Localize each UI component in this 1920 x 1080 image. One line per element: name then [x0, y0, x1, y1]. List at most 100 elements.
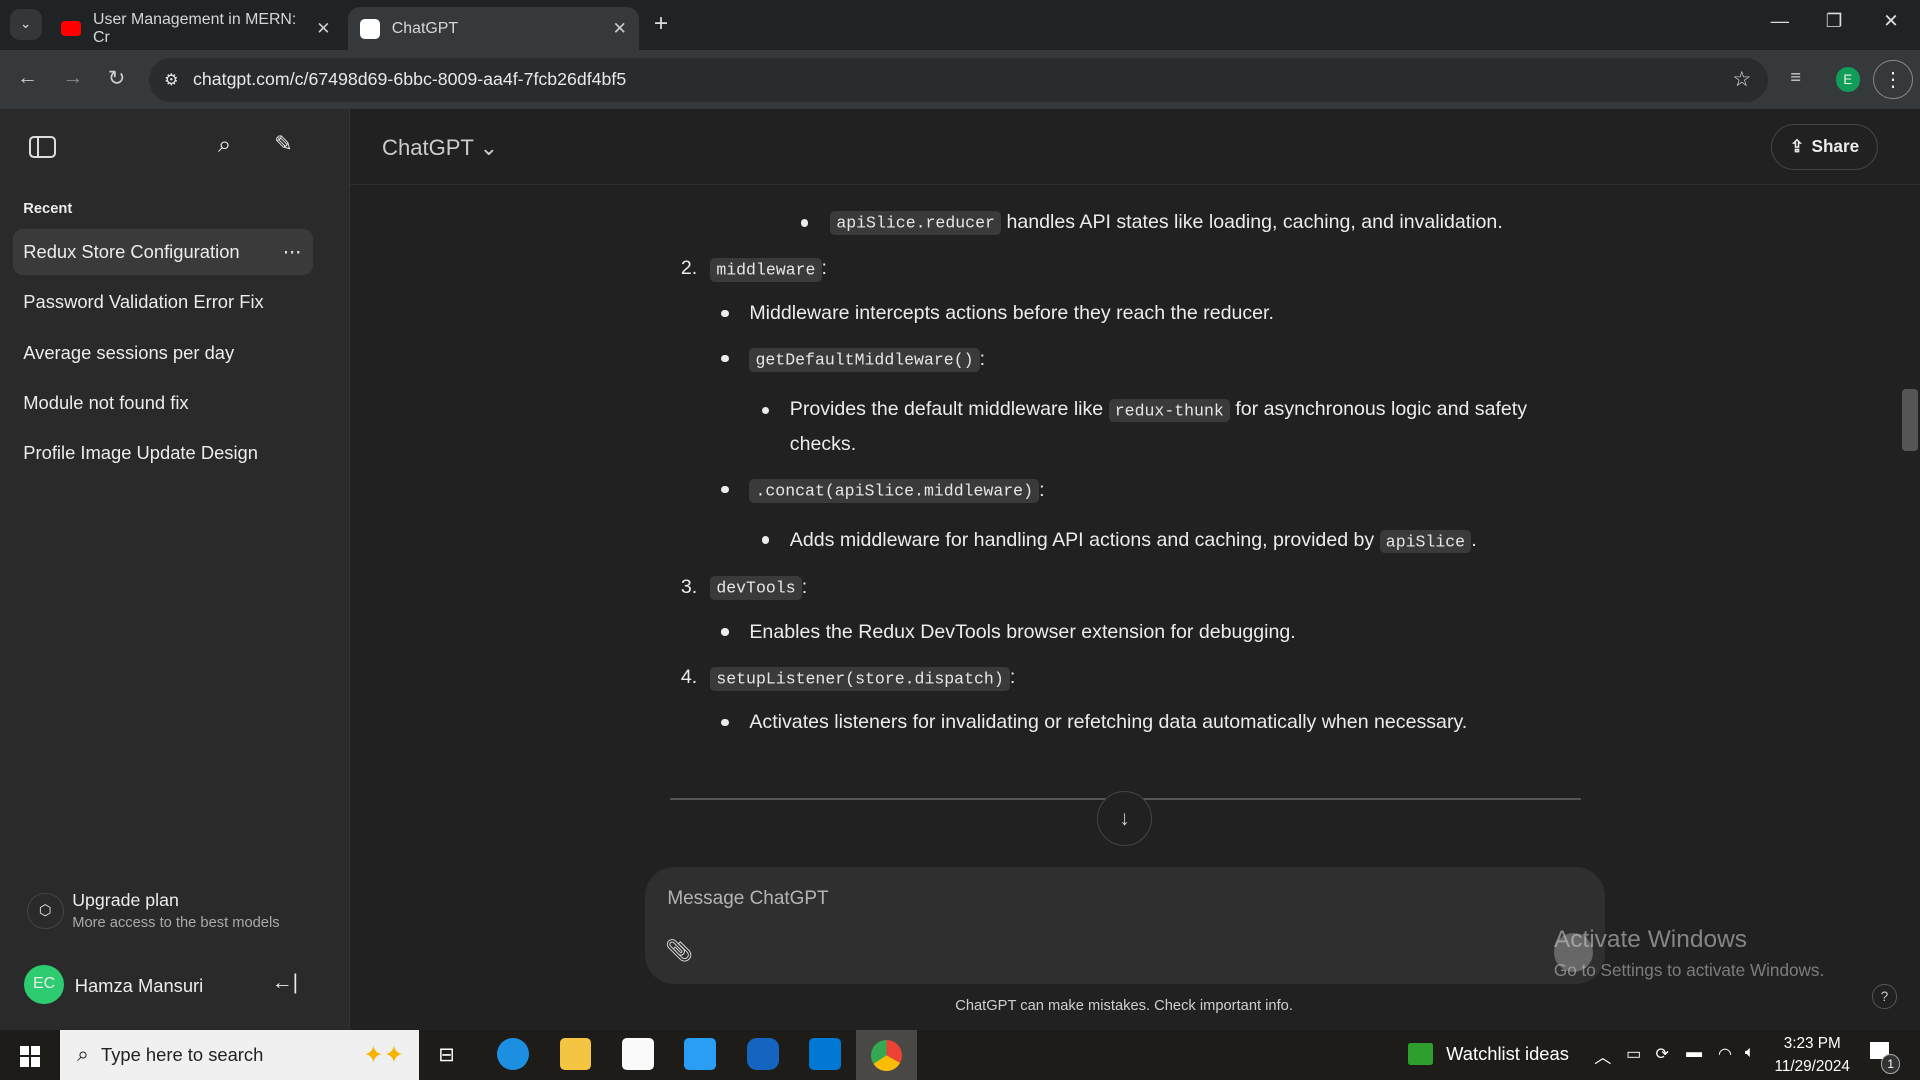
- windows-start-icon[interactable]: [19, 1045, 41, 1067]
- bullet: [761, 406, 769, 414]
- item-label: Password Validation Error Fix: [23, 291, 264, 313]
- volume-icon[interactable]: 🔈︎: [1745, 1044, 1755, 1062]
- share-button[interactable]: ⇪ Share: [1770, 123, 1879, 171]
- profile-avatar[interactable]: E: [1835, 67, 1860, 92]
- scroll-down-button[interactable]: ↓: [1097, 791, 1153, 847]
- watchlist-widget-icon[interactable]: [1408, 1043, 1433, 1066]
- reload-icon[interactable]: ↻: [108, 66, 125, 91]
- vscode-icon[interactable]: [809, 1038, 842, 1071]
- upgrade-title: Upgrade plan: [72, 890, 179, 911]
- model-selector[interactable]: ChatGPT ⌄: [382, 135, 498, 161]
- user-name[interactable]: Hamza Mansuri: [75, 975, 204, 997]
- browser-toolbar: ← → ↻ ⚙ chatgpt.com/c/67498d69-6bbc-8009…: [0, 50, 1920, 109]
- composer: Message ChatGPT 📎︎: [645, 866, 1606, 985]
- search-icon[interactable]: ⌕: [218, 131, 231, 158]
- media-control-icon[interactable]: ≡: [1790, 66, 1801, 88]
- file-explorer-icon[interactable]: [559, 1038, 592, 1071]
- mail-icon[interactable]: [684, 1038, 717, 1071]
- item-label: Average sessions per day: [23, 341, 235, 363]
- new-chat-icon[interactable]: ✎: [274, 131, 292, 157]
- help-button[interactable]: ?: [1872, 984, 1897, 1009]
- list-item-continuation: checks.: [789, 433, 857, 456]
- youtube-icon: [61, 21, 81, 37]
- bullet: [800, 219, 809, 227]
- list-item: middleware:: [710, 257, 827, 282]
- chatgpt-icon: [359, 18, 380, 39]
- site-settings-icon[interactable]: ⚙: [164, 70, 178, 90]
- tab-search-button[interactable]: ⌄: [9, 8, 42, 41]
- url-text: chatgpt.com/c/67498d69-6bbc-8009-aa4f-7f…: [193, 69, 627, 90]
- list-number: 3.: [680, 575, 698, 598]
- microsoft-store-icon[interactable]: [622, 1038, 654, 1071]
- watchlist-widget[interactable]: Watchlist ideas: [1446, 1043, 1569, 1065]
- show-hidden-icons[interactable]: ︿: [1594, 1043, 1611, 1068]
- sidebar-item-module[interactable]: Module not found fix: [13, 380, 313, 427]
- list-item: setupListener(store.dispatch):: [710, 666, 1015, 691]
- close-window-button[interactable]: ✕: [1883, 10, 1898, 32]
- sidebar-item-password[interactable]: Password Validation Error Fix: [13, 279, 313, 326]
- back-icon[interactable]: ←: [17, 66, 38, 90]
- clock-date[interactable]: 11/29/2024: [1763, 1058, 1861, 1076]
- list-number: 2.: [680, 257, 698, 280]
- camera-icon[interactable]: ▭: [1626, 1044, 1641, 1064]
- bullet: [721, 355, 729, 363]
- disclaimer: ChatGPT can make mistakes. Check importa…: [955, 997, 1293, 1014]
- list-item: Provides the default middleware like red…: [790, 398, 1527, 423]
- bullet: [721, 718, 729, 727]
- bullet: [721, 628, 729, 636]
- sidebar-item-profile-image[interactable]: Profile Image Update Design: [13, 430, 313, 477]
- address-bar[interactable]: ⚙ chatgpt.com/c/67498d69-6bbc-8009-aa4f-…: [149, 57, 1769, 102]
- notification-count-badge: 1: [1880, 1054, 1901, 1074]
- search-placeholder: Type here to search: [101, 1043, 264, 1065]
- clock-time[interactable]: 3:23 PM: [1763, 1035, 1861, 1053]
- scrollbar-thumb[interactable]: [1901, 389, 1918, 451]
- list-item: getDefaultMiddleware():: [749, 348, 985, 373]
- activate-windows-title: Activate Windows: [1553, 925, 1747, 953]
- bullet: [761, 536, 769, 544]
- list-item: Enables the Redux DevTools browser exten…: [749, 620, 1296, 643]
- wifi-icon[interactable]: ◠: [1718, 1044, 1732, 1064]
- edge-icon[interactable]: [497, 1038, 529, 1071]
- browser-tab-bar: ⌄ User Management in MERN: Cr ✕ ChatGPT …: [0, 0, 1920, 51]
- list-item: Activates listeners for invalidating or …: [749, 711, 1468, 734]
- attach-icon[interactable]: 📎︎: [665, 938, 693, 964]
- sidebar: ⌕ ✎ Recent Redux Store Configuration ⋯ Pa…: [0, 108, 351, 1030]
- list-item: apiSlice.reducer handles API states like…: [830, 211, 1503, 236]
- list-item: Adds middleware for handling API actions…: [790, 529, 1477, 554]
- tab-chatgpt[interactable]: ChatGPT ✕: [347, 7, 640, 51]
- collapse-sidebar-icon[interactable]: ←|: [272, 971, 298, 995]
- sync-icon[interactable]: ⟳: [1656, 1044, 1669, 1064]
- sidebar-item-redux-store[interactable]: Redux Store Configuration ⋯: [13, 228, 314, 276]
- browser-menu-icon[interactable]: ⋮: [1873, 59, 1913, 100]
- forward-icon[interactable]: →: [62, 66, 83, 90]
- message-input[interactable]: Message ChatGPT: [667, 888, 828, 910]
- item-label: Module not found fix: [23, 391, 189, 413]
- sidebar-item-sessions[interactable]: Average sessions per day: [13, 329, 313, 376]
- bookmark-star-icon[interactable]: ☆: [1732, 67, 1751, 92]
- taskbar-search[interactable]: ⌕ Type here to search ✦✦: [60, 1029, 419, 1080]
- toggle-sidebar-icon[interactable]: [29, 135, 57, 158]
- tab-title: User Management in MERN: Cr: [93, 10, 297, 46]
- more-options-icon[interactable]: ⋯: [283, 241, 301, 263]
- upgrade-icon: ⬡: [26, 892, 64, 930]
- restore-button[interactable]: ❐: [1826, 10, 1842, 32]
- recent-heading: Recent: [23, 200, 73, 217]
- close-tab-icon[interactable]: ✕: [316, 18, 330, 39]
- upgrade-plan-button[interactable]: ⬡ Upgrade plan More access to the best m…: [12, 883, 318, 937]
- task-view-icon[interactable]: ⊟: [438, 1043, 454, 1067]
- chrome-taskbar-button[interactable]: [855, 1029, 918, 1080]
- list-item: devTools:: [710, 576, 807, 600]
- sparkle-icon: ✦✦: [363, 1041, 405, 1069]
- teams-icon[interactable]: [746, 1038, 779, 1071]
- list-number: 4.: [680, 666, 698, 689]
- minimize-button[interactable]: —: [1771, 10, 1789, 32]
- tab-title: ChatGPT: [391, 19, 459, 37]
- tab-youtube[interactable]: User Management in MERN: Cr ✕: [49, 7, 343, 50]
- search-icon: ⌕: [77, 1042, 89, 1066]
- upgrade-subtitle: More access to the best models: [72, 914, 280, 931]
- list-item: .concat(apiSlice.middleware):: [749, 479, 1045, 504]
- close-tab-icon[interactable]: ✕: [613, 18, 627, 39]
- new-tab-button[interactable]: +: [654, 10, 668, 38]
- battery-icon[interactable]: ▬: [1686, 1044, 1702, 1062]
- list-item: Middleware intercepts actions before the…: [749, 302, 1274, 325]
